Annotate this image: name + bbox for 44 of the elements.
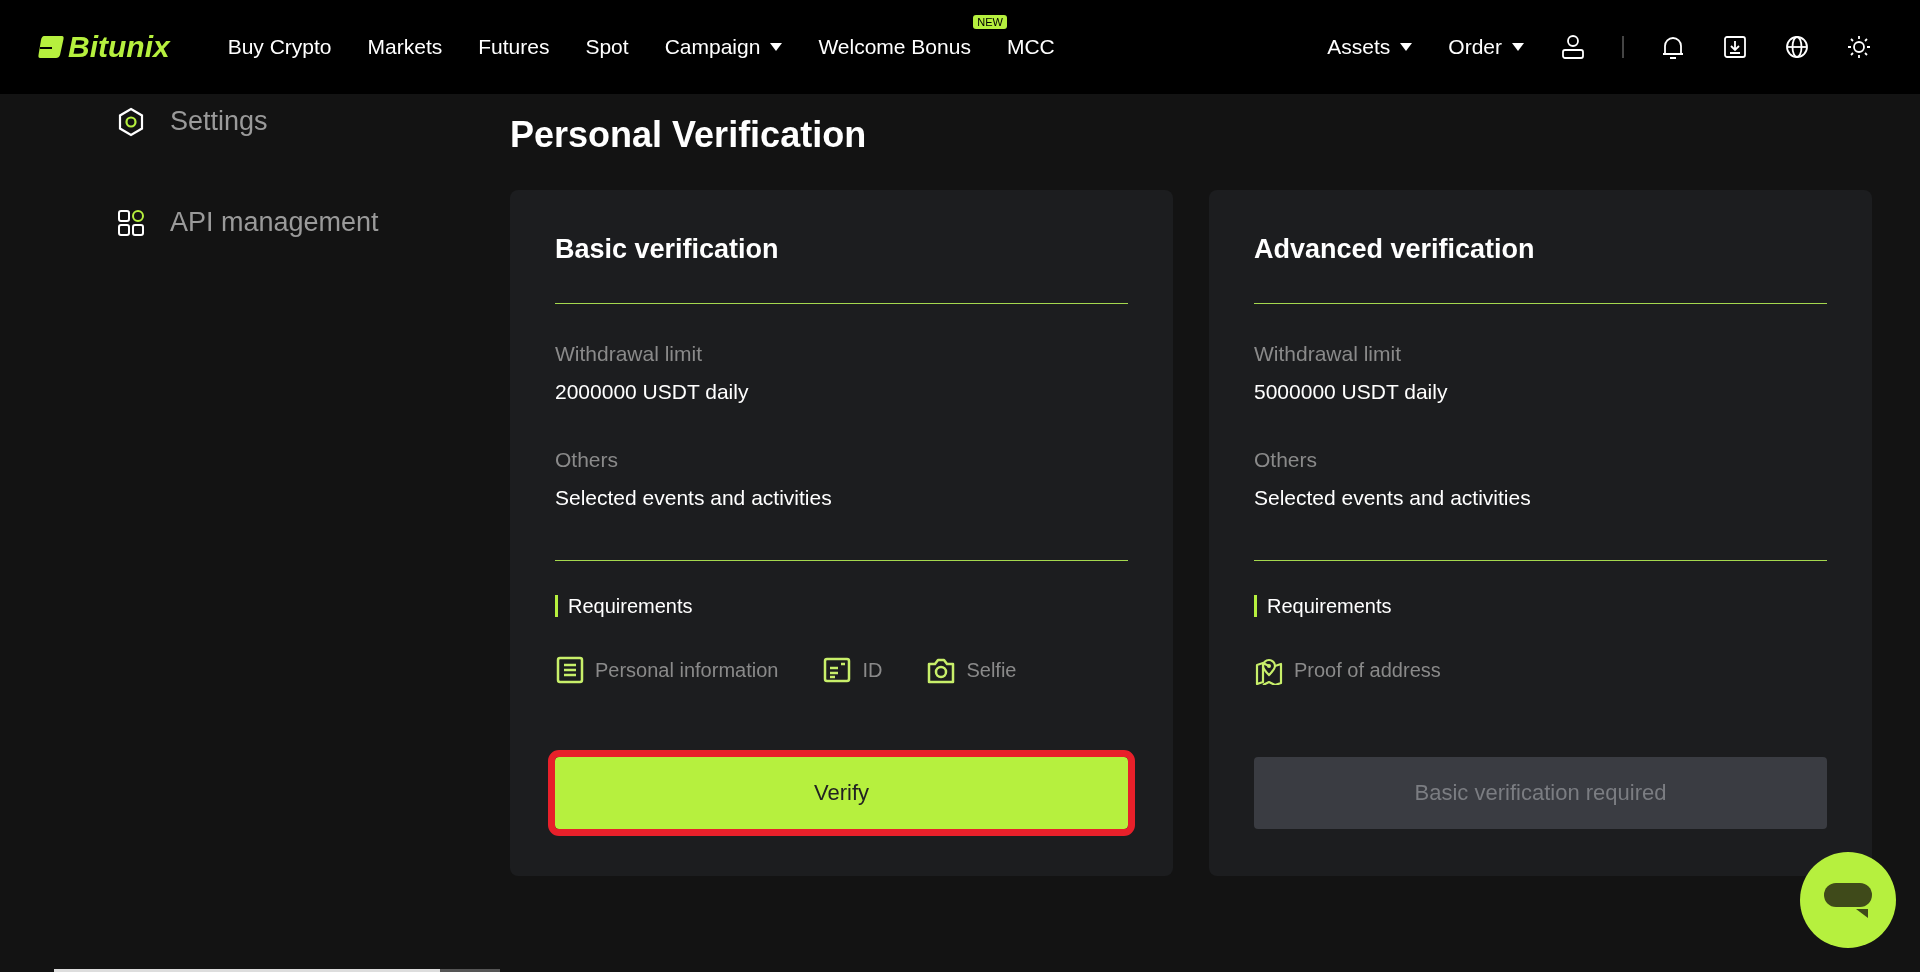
chat-bubble-icon [1822,881,1874,919]
field-value: Selected events and activities [1254,486,1532,510]
settings-icon [116,106,146,137]
bell-icon[interactable] [1660,34,1686,60]
field-value: 2000000 USDT daily [555,380,750,404]
field-label: Withdrawal limit [555,342,704,366]
globe-icon[interactable] [1784,34,1810,60]
nav-link[interactable]: Futures [460,35,568,59]
id-card-icon [822,655,853,685]
document-icon [555,655,585,685]
sidebar-item[interactable]: API management [116,207,510,238]
menu-button[interactable]: Order [1430,35,1542,59]
requirement-label: ID [862,658,883,682]
field-value: Selected events and activities [555,486,833,510]
nav-link[interactable]: MCC [988,35,1073,59]
sun-icon[interactable] [1846,34,1872,60]
download-icon[interactable] [1722,34,1748,60]
caret-icon [1400,43,1413,51]
field-label: Withdrawal limit [1254,342,1403,366]
field-label: Others [555,448,620,472]
caret-icon [1512,43,1524,51]
nav-link[interactable]: Campaign [646,35,801,59]
nav-link[interactable]: Buy Crypto [209,35,350,59]
field-value: 5000000 USDT daily [1254,380,1449,404]
field-label: Others [1254,448,1319,472]
logo-text: Bitunix [68,30,170,64]
section-heading: Requirements [555,595,1128,617]
sidebar-item[interactable]: Settings [116,106,510,137]
caret-icon [770,43,783,51]
grid-icon [116,207,146,238]
requirement-label: Proof of address [1294,658,1441,682]
horizontal-scrollbar[interactable] [54,969,500,972]
new-badge: NEW [973,15,1007,29]
nav-link[interactable]: Markets [349,35,461,59]
section-heading: Requirements [1254,595,1827,617]
page-title: Personal Verification [510,114,868,156]
requirement-label: Personal information [595,658,779,682]
card-title: Advanced verification [1254,234,1827,304]
requirement-label: Selfie [966,658,1017,682]
user-icon[interactable] [1560,34,1586,60]
menu-button[interactable]: Assets [1309,35,1431,59]
nav-link[interactable]: Spot [567,35,647,59]
card-title: Basic verification [555,234,1128,304]
logo-icon [38,36,64,58]
